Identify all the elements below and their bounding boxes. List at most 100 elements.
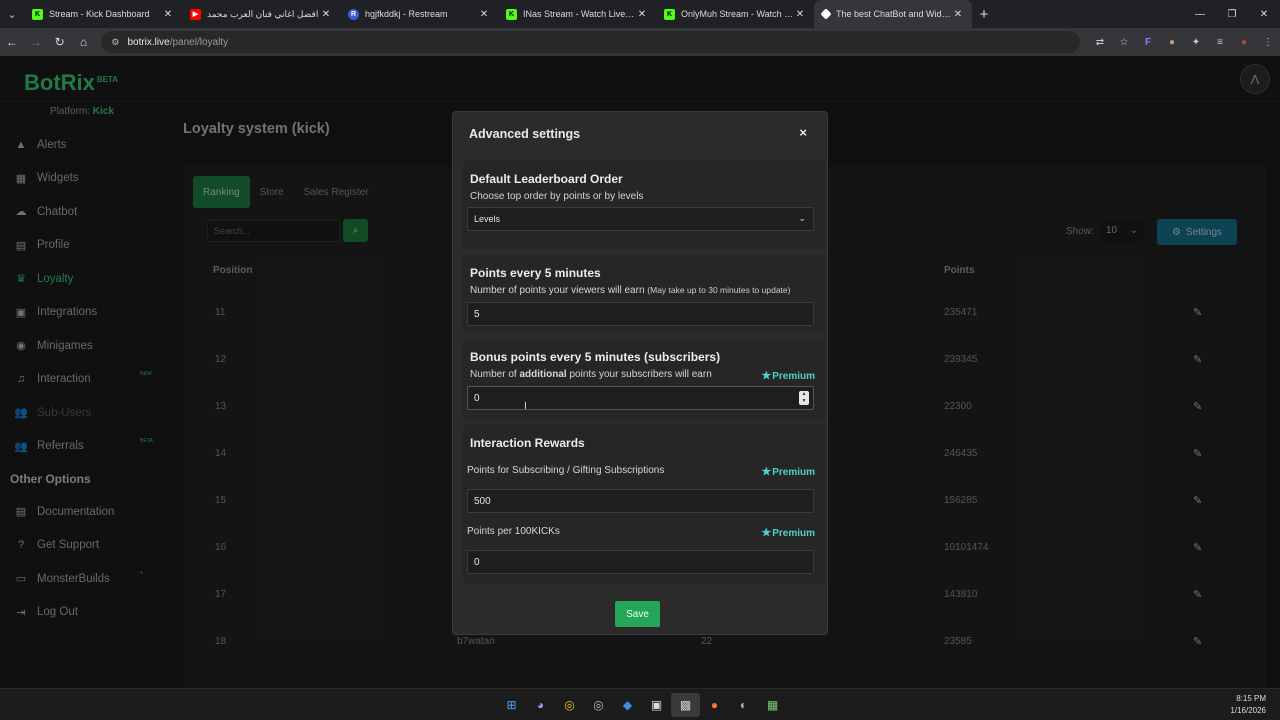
points-interval-section: Points every 5 minutes Number of points … [463,255,825,333]
bonus-desc-a: Number of [470,369,517,380]
tab-title: Stream - Kick Dashboard [49,9,150,19]
close-tab-icon[interactable]: ✕ [794,9,806,20]
url-host: botrix.live [127,36,170,48]
browser-toolbar: ← → ↻ ⌂ ⚙ botrix.live/panel/loyalty ⇄ ☆ … [0,28,1280,56]
leaderboard-order-section: Default Leaderboard Order Choose top ord… [463,161,825,249]
forward-icon[interactable]: → [24,30,48,54]
bonus-desc-b: additional [519,369,567,380]
botrix-icon [820,8,832,20]
kick-icon: K [506,8,517,20]
section-description: Number of points your viewers will earn … [470,285,790,296]
screen: ⌄ K Stream - Kick Dashboard ✕ ▶ افضل اغاني … [0,0,1280,720]
premium-label: Premium [772,528,815,539]
tab-search-icon[interactable]: ⌄ [0,0,24,28]
subscription-points-input[interactable]: 500 [467,489,814,513]
advanced-settings-modal: Advanced settings × Default Leaderboard … [452,111,828,635]
back-icon[interactable]: ← [0,30,24,54]
restore-icon[interactable]: ❐ [1216,0,1248,28]
extension-f-icon[interactable]: F [1136,30,1160,54]
extensions-puzzle-icon[interactable]: ✦ [1184,30,1208,54]
minimize-icon[interactable]: — [1184,0,1216,28]
section-heading: Bonus points every 5 minutes (subscriber… [470,350,721,364]
bookmark-star-icon[interactable]: ☆ [1112,30,1136,54]
close-tab-icon[interactable]: ✕ [478,9,490,20]
points-note: (May take up to 30 minutes to update) [647,285,791,295]
close-window-icon[interactable]: ✕ [1248,0,1280,28]
tab-title: The best ChatBot and Widgets [836,9,952,19]
capcut-icon[interactable]: ▣ [642,693,671,717]
close-tab-icon[interactable]: ✕ [320,9,332,20]
app-green-icon[interactable]: ▦ [758,693,787,717]
close-tab-icon[interactable]: ✕ [636,9,648,20]
select-value: Levels [474,214,501,224]
system-clock[interactable]: 8:15 PM 1/16/2026 [1230,693,1266,717]
section-description: Number of additional points your subscri… [470,369,712,380]
browser-tab[interactable]: K INas Stream - Watch Live on Ki ✕ [498,0,656,28]
toolbar-icons: ⇄ ☆ F ● ✦ ≡ ● ⋮ [1088,30,1280,54]
premium-label: Premium [772,467,815,478]
taskbar-apps: ⊞ ◕ ◎ ◎ ◆ ▣ ▩ ● ◐ ▦ [497,693,787,717]
browser-tab[interactable]: Rhgjfkddkj - Restream ✕ [340,0,498,28]
window-controls: — ❐ ✕ [1184,0,1280,28]
home-icon[interactable]: ⌂ [72,30,96,54]
tab-title: OnlyMuh Stream - Watch Live o [681,9,794,19]
reload-icon[interactable]: ↻ [48,30,72,54]
kicks-points-input[interactable]: 0 [467,550,814,574]
bonus-points-input[interactable]: 0 ▲ ▼ [467,386,814,410]
points-per-interval-input[interactable]: 5 [467,302,814,326]
translate-icon[interactable]: ⇄ [1088,30,1112,54]
close-icon[interactable]: × [799,125,807,140]
browser-tab[interactable]: K OnlyMuh Stream - Watch Live o✕ [656,0,814,28]
interaction-rewards-section: Interaction Rewards Points for Subscribi… [463,425,825,583]
windows-taskbar: ⊞ ◕ ◎ ◎ ◆ ▣ ▩ ● ◐ ▦ 8:15 PM 1/16/2026 [0,688,1280,720]
bonus-desc-c: points your subscribers will earn [569,369,712,380]
bonus-points-section: Bonus points every 5 minutes (subscriber… [463,339,825,419]
premium-label: Premium [772,371,815,382]
browser-tab[interactable]: K Stream - Kick Dashboard ✕ [24,0,182,28]
new-tab-icon[interactable]: + [972,0,996,28]
close-tab-icon[interactable]: ✕ [162,9,174,20]
browser-menu-icon[interactable]: ⋮ [1256,30,1280,54]
tab-title: hgjfkddkj - Restream [365,9,448,19]
profile-avatar-icon[interactable]: ● [1232,30,1256,54]
browser-tab-active[interactable]: The best ChatBot and Widgets ✕ [814,0,972,28]
site-info-icon[interactable]: ⚙ [111,37,119,48]
premium-badge: ★Premium [761,369,815,382]
number-spinner-icon[interactable]: ▲ ▼ [799,391,809,405]
close-tab-icon[interactable]: ✕ [952,9,964,20]
extension-cookie-icon[interactable]: ● [1160,30,1184,54]
text-cursor-icon: I [524,401,527,412]
app-active-icon[interactable]: ▩ [671,693,700,717]
chrome-icon[interactable]: ◎ [555,693,584,717]
browser-tab-strip: ⌄ K Stream - Kick Dashboard ✕ ▶ افضل اغاني … [0,0,1280,28]
discord-icon[interactable]: ◕ [526,693,555,717]
star-icon: ★ [761,466,772,478]
section-heading: Points every 5 minutes [470,266,601,280]
premium-badge: ★Premium [761,526,815,539]
address-bar[interactable]: ⚙ botrix.live/panel/loyalty [101,31,1080,53]
premium-badge: ★Premium [761,465,815,478]
clock-time: 8:15 PM [1236,694,1266,703]
star-icon: ★ [761,527,772,539]
save-button[interactable]: Save [615,601,660,627]
clock-date: 1/16/2026 [1230,706,1266,715]
restream-icon: R [348,8,359,20]
star-icon: ★ [761,370,772,382]
kicks-points-label: Points per 100KICKs [467,526,560,537]
windows-start-icon[interactable]: ⊞ [497,693,526,717]
section-heading: Default Leaderboard Order [470,172,623,186]
chrome-alt-icon[interactable]: ◎ [584,693,613,717]
section-heading: Interaction Rewards [470,436,585,450]
tab-title: INas Stream - Watch Live on Ki [523,9,636,19]
kick-icon: K [32,8,43,20]
steam-icon[interactable]: ◐ [729,693,758,717]
media-control-icon[interactable]: ≡ [1208,30,1232,54]
tab-title: افضل اغاني فنان العرب محمد [207,8,319,19]
firefox-icon[interactable]: ● [700,693,729,717]
browser-tab[interactable]: ▶ افضل اغاني فنان العرب محمد ✕ [182,0,340,28]
modal-title: Advanced settings [469,127,581,141]
points-description: Number of points your viewers will earn [470,285,645,296]
app-blue-icon[interactable]: ◆ [613,693,642,717]
subscription-points-label: Points for Subscribing / Gifting Subscri… [467,465,665,476]
leaderboard-order-select[interactable]: Levels ⌄ [467,207,814,231]
